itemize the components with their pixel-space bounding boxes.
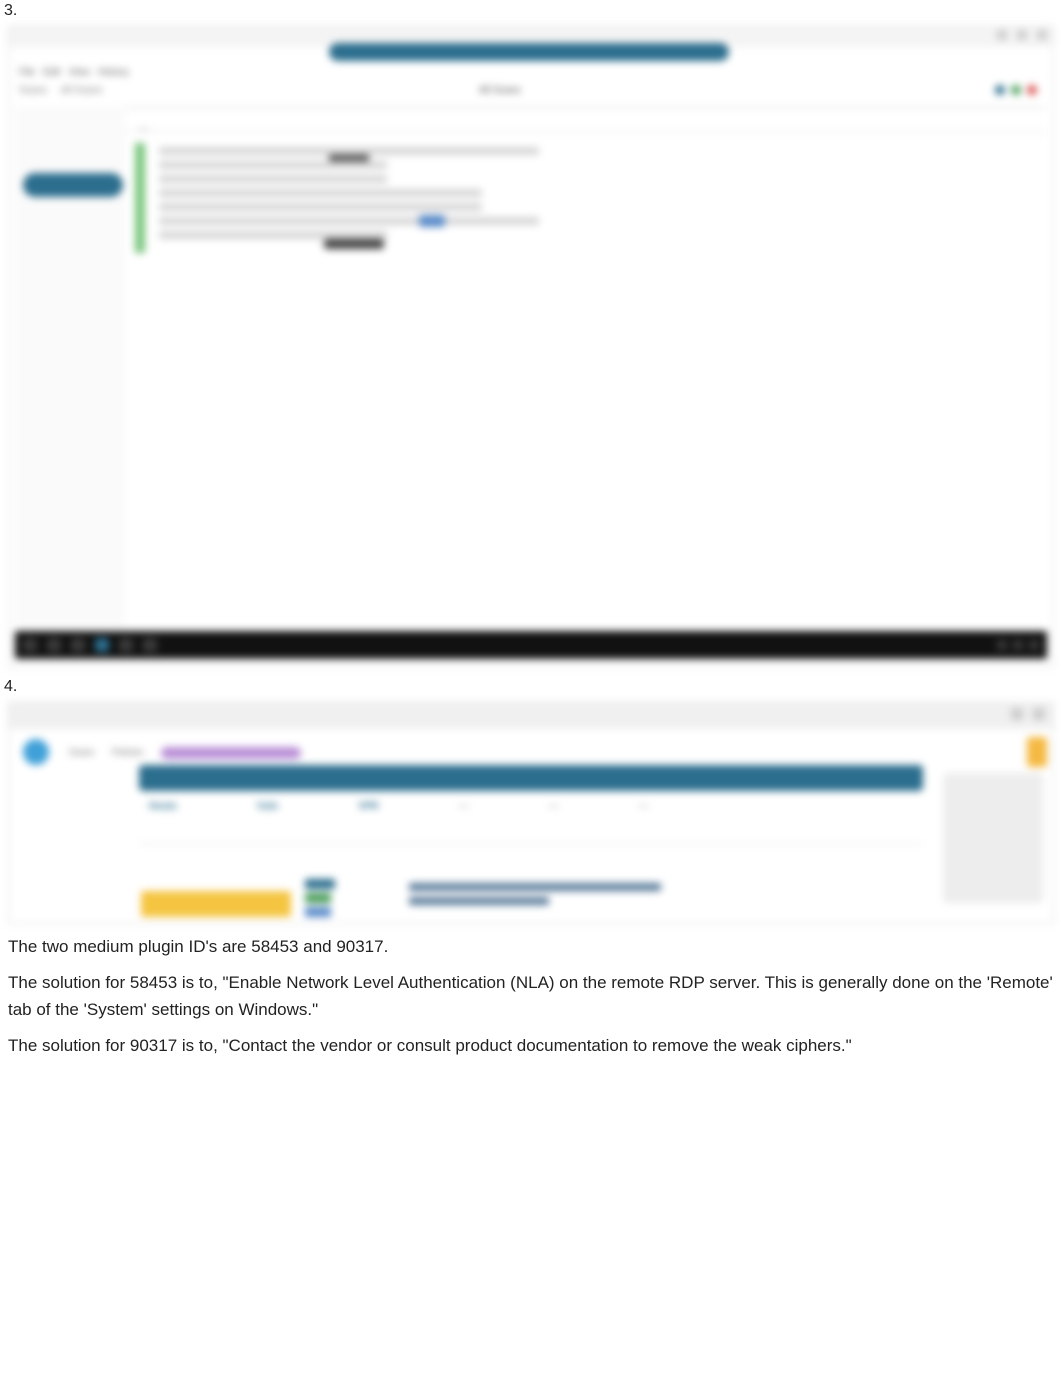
col-header: — [139, 123, 148, 133]
nav-highlight[interactable] [161, 747, 301, 759]
browser-chrome [9, 703, 1053, 729]
severity-strip [135, 143, 145, 253]
menu-bar: File Edit View History [19, 67, 129, 78]
menu-file[interactable]: File [19, 67, 35, 78]
stat-vuln[interactable]: Vuln [257, 801, 278, 812]
status-dot-red [1027, 85, 1037, 95]
result-rows [159, 147, 539, 245]
task-icon-active[interactable] [95, 638, 109, 652]
tray-icon[interactable] [1029, 640, 1039, 650]
browser-tab[interactable] [329, 43, 729, 61]
column-headers: — [139, 123, 148, 133]
screenshot-1: File Edit View History Scans All Scans A… [8, 26, 1054, 668]
status-indicators [995, 85, 1037, 95]
paragraph-solution-58453: The solution for 58453 is to, "Enable Ne… [8, 970, 1054, 1023]
top-nav: Scans Policies [69, 747, 301, 759]
text-line [159, 217, 539, 225]
breadcrumb: Scans All Scans [19, 85, 102, 96]
page-title: All Scans [479, 85, 521, 96]
side-badge [1027, 737, 1047, 767]
text-line [159, 147, 539, 155]
app-logo-icon[interactable] [23, 739, 49, 765]
browser-control-icon[interactable] [1033, 708, 1045, 720]
scan-details-panel [943, 773, 1043, 903]
nav-item[interactable]: Scans [69, 747, 94, 759]
text-line [159, 175, 387, 183]
task-icon[interactable] [119, 638, 133, 652]
stat-hosts[interactable]: Hosts [149, 801, 177, 812]
windows-taskbar[interactable] [15, 631, 1047, 659]
menu-view[interactable]: View [68, 67, 90, 78]
status-dot-green [1011, 85, 1021, 95]
paragraph-solution-90317: The solution for 90317 is to, "Contact t… [8, 1033, 1054, 1059]
stat: — [459, 801, 469, 812]
new-scan-button[interactable] [23, 173, 123, 197]
text-line [159, 203, 482, 211]
step-number-3: 3. [4, 2, 1058, 20]
screenshot-2: Scans Policies Hosts Vuln VPR — — — [8, 702, 1054, 924]
count-chip [305, 893, 331, 903]
summary-stats: Hosts Vuln VPR — — — [149, 801, 913, 812]
browser-control-icon[interactable] [1011, 708, 1023, 720]
text-line [159, 231, 387, 239]
task-icon[interactable] [71, 638, 85, 652]
task-icon[interactable] [47, 638, 61, 652]
task-icon[interactable] [143, 638, 157, 652]
tray-icon[interactable] [1013, 640, 1023, 650]
text-line [159, 189, 482, 197]
vuln-name-lines [409, 883, 689, 911]
breadcrumb-scans[interactable]: Scans [19, 85, 47, 96]
header-banner [139, 765, 923, 791]
text-line [409, 883, 661, 891]
divider [17, 107, 1045, 108]
severity-bar-medium[interactable] [141, 891, 291, 917]
text-line [159, 161, 387, 169]
badge [324, 239, 384, 249]
stat-vpr[interactable]: VPR [358, 801, 379, 812]
status-dot-blue [995, 85, 1005, 95]
stat: — [639, 801, 649, 812]
maximize-icon[interactable] [1017, 30, 1027, 40]
menu-edit[interactable]: Edit [43, 67, 60, 78]
chip [419, 215, 445, 227]
paragraph-plugin-ids: The two medium plugin ID's are 58453 and… [8, 934, 1054, 960]
close-icon[interactable] [1037, 30, 1047, 40]
nav-item[interactable]: Policies [112, 747, 143, 759]
count-chip [305, 907, 331, 917]
start-icon[interactable] [23, 638, 37, 652]
breadcrumb-all[interactable]: All Scans [61, 85, 103, 96]
step-number-4: 4. [4, 678, 1058, 696]
count-chip [305, 879, 335, 889]
minimize-icon[interactable] [997, 30, 1007, 40]
tray-icon[interactable] [997, 640, 1007, 650]
stat: — [549, 801, 559, 812]
divider [17, 131, 1045, 132]
banner-text [139, 765, 923, 777]
menu-history[interactable]: History [98, 67, 129, 78]
text-line [409, 897, 549, 905]
divider [139, 843, 923, 844]
